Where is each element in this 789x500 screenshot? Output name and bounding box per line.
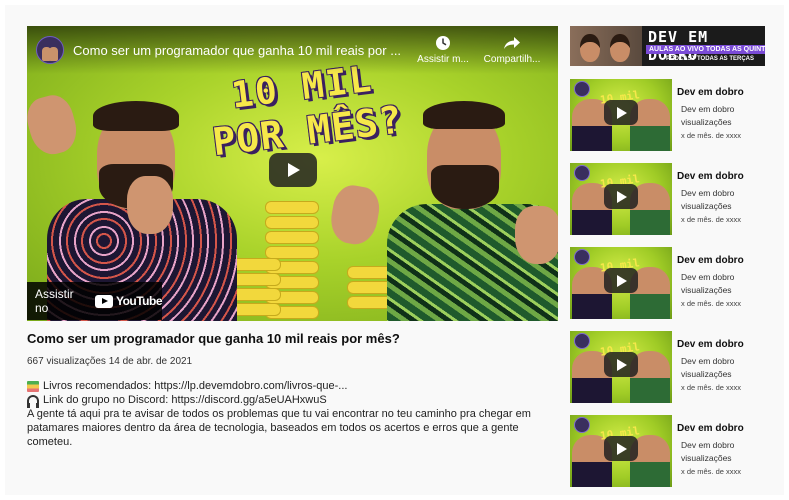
banner-tagline: PODCAST TODAS AS TERÇAS [666, 56, 755, 62]
related-video-title[interactable]: Dev em dobro [677, 423, 744, 434]
channel-avatar[interactable] [36, 36, 64, 64]
related-video-date: x de mês. de xxxx [681, 383, 742, 392]
related-video-thumbnail[interactable]: 10 mil [570, 331, 672, 403]
books-icon [27, 380, 39, 392]
related-video-views: visualizações [681, 369, 732, 379]
play-icon [604, 436, 638, 461]
related-video-channel: Dev em dobro [681, 356, 735, 366]
headphones-icon [27, 394, 39, 408]
watch-on-label: Assistir no [35, 287, 74, 315]
channel-avatar [574, 165, 590, 181]
share-icon [504, 37, 520, 49]
related-video-channel: Dev em dobro [681, 188, 735, 198]
related-video-views: visualizações [681, 117, 732, 127]
channel-avatar [574, 249, 590, 265]
watch-later-button[interactable]: Assistir m... [412, 35, 474, 65]
youtube-logo-text: YouTube [115, 294, 163, 308]
play-button[interactable] [269, 153, 317, 187]
clock-icon [436, 36, 450, 50]
related-video-thumbnail[interactable]: 10 mil [570, 163, 672, 235]
channel-avatar [574, 417, 590, 433]
youtube-logo: YouTube [94, 294, 163, 308]
thumbnail-person-right [367, 79, 558, 321]
related-video-meta: Dev em dobro visualizações x de mês. de … [681, 271, 741, 310]
description-body: A gente tá aqui pra te avisar de todos o… [27, 408, 531, 448]
channel-avatar [574, 81, 590, 97]
channel-avatar [574, 333, 590, 349]
description-books-line: Livros recomendados: https://lp.devemdob… [27, 379, 557, 393]
related-video[interactable]: 10 mil Dev em dobro Dev em dobro visuali… [570, 247, 770, 319]
video-description: Livros recomendados: https://lp.devemdob… [27, 379, 557, 449]
banner-subtitle: AULAS AO VIVO TODAS AS QUINTAS [646, 45, 765, 54]
share-label: Compartilh... [483, 54, 541, 65]
related-video-title[interactable]: Dev em dobro [677, 171, 744, 182]
related-video-channel: Dev em dobro [681, 272, 735, 282]
description-discord-line: Link do grupo no Discord: https://discor… [27, 393, 557, 408]
related-video-title[interactable]: Dev em dobro [677, 255, 744, 266]
channel-banner[interactable]: DEV EM DOBRO AULAS AO VIVO TODAS AS QUIN… [570, 26, 765, 66]
banner-hosts-image [570, 26, 642, 66]
related-video-date: x de mês. de xxxx [681, 467, 742, 476]
related-video-title[interactable]: Dev em dobro [677, 339, 744, 350]
related-video-meta: Dev em dobro visualizações x de mês. de … [681, 439, 741, 478]
play-icon [604, 100, 638, 125]
description-discord-link[interactable]: Link do grupo no Discord: https://discor… [43, 393, 327, 407]
related-video-thumbnail[interactable]: 10 mil [570, 415, 672, 487]
play-icon [604, 184, 638, 209]
youtube-play-icon [94, 294, 113, 308]
hand-icon [515, 206, 558, 264]
watch-on-youtube-button[interactable]: Assistir no YouTube [27, 282, 163, 320]
related-video-channel: Dev em dobro [681, 104, 735, 114]
related-video-thumbnail[interactable]: 10 mil [570, 79, 672, 151]
share-button[interactable]: Compartilh... [481, 35, 543, 65]
related-video-date: x de mês. de xxxx [681, 131, 742, 140]
related-video[interactable]: 10 mil Dev em dobro Dev em dobro visuali… [570, 331, 770, 403]
video-player[interactable]: 10 MIL POR MÊS? Como ser um programador … [27, 26, 558, 321]
related-video-views: visualizações [681, 453, 732, 463]
related-video-meta: Dev em dobro visualizações x de mês. de … [681, 103, 741, 142]
related-video-title[interactable]: Dev em dobro [677, 87, 744, 98]
page: 10 MIL POR MÊS? Como ser um programador … [5, 5, 784, 495]
play-icon [604, 268, 638, 293]
related-video[interactable]: 10 mil Dev em dobro Dev em dobro visuali… [570, 163, 770, 235]
related-video-views: visualizações [681, 285, 732, 295]
play-icon [604, 352, 638, 377]
related-video-views: visualizações [681, 201, 732, 211]
related-video[interactable]: 10 mil Dev em dobro Dev em dobro visuali… [570, 415, 770, 487]
player-video-title[interactable]: Como ser um programador que ganha 10 mil… [73, 43, 401, 58]
video-title: Como ser um programador que ganha 10 mil… [27, 331, 400, 346]
description-books-link[interactable]: Livros recomendados: https://lp.devemdob… [43, 379, 347, 393]
video-meta: 667 visualizações 14 de abr. de 2021 [27, 356, 193, 367]
related-video-date: x de mês. de xxxx [681, 215, 742, 224]
related-video-meta: Dev em dobro visualizações x de mês. de … [681, 355, 741, 394]
related-video-thumbnail[interactable]: 10 mil [570, 247, 672, 319]
related-video-date: x de mês. de xxxx [681, 299, 742, 308]
related-video-channel: Dev em dobro [681, 440, 735, 450]
related-video-meta: Dev em dobro visualizações x de mês. de … [681, 187, 741, 226]
related-video[interactable]: 10 mil Dev em dobro Dev em dobro visuali… [570, 79, 770, 151]
hand-icon [127, 176, 173, 234]
watch-later-label: Assistir m... [417, 54, 469, 65]
